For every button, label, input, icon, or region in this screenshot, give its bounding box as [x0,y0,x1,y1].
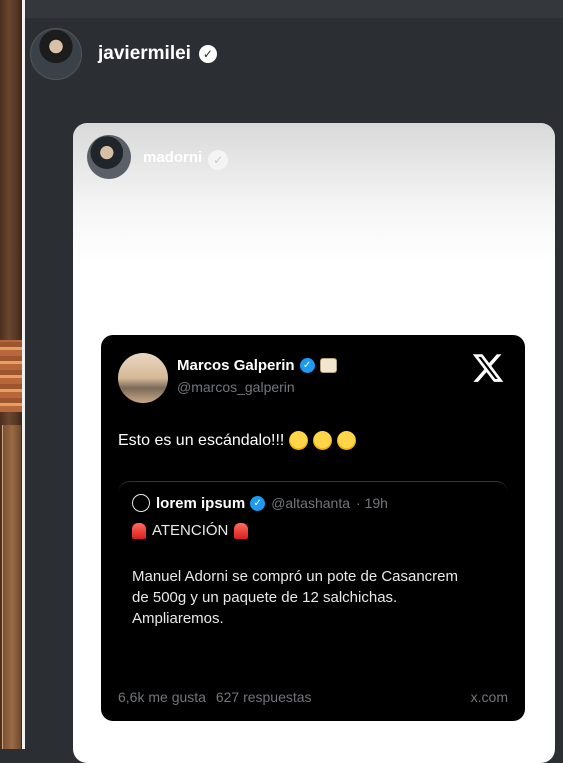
quoted-author-avatar[interactable] [132,494,150,512]
verified-badge-icon: ✓ [299,358,315,373]
tweet-text: Esto es un escándalo!!! [118,431,285,449]
tweet-card[interactable]: Marcos Galperin ✓ @marcos_galperin Esto … [101,335,525,721]
poster-avatar[interactable] [30,28,82,80]
tweet-domain-link[interactable]: x.com [471,689,508,705]
quoted-body: Manuel Adorni se compró un pote de Casan… [132,568,459,627]
embedded-avatar[interactable] [87,135,131,179]
verified-badge-icon: ✓ [208,150,229,170]
likes-count[interactable]: 6,6k me gusta [118,689,206,705]
tweet-author-avatar[interactable] [118,353,168,403]
quoted-author-handle[interactable]: @altashanta [271,495,350,511]
bread-emoji-icon [319,358,337,373]
tweet-author-name[interactable]: Marcos Galperin [177,357,295,374]
tweet-author-handle[interactable]: @marcos_galperin [177,379,295,395]
tweet-stats: 6,6k me gusta 627 respuestas [118,689,312,705]
wood-ornament [0,340,22,412]
embedded-username[interactable]: madorni [143,149,202,166]
quoted-tweet-header: lorem ipsum ✓ @altashanta · 19h [132,494,388,512]
post-header: javiermilei ✓ [30,28,217,80]
quoted-time: · 19h [356,495,388,511]
quoted-attention: ATENCIÓN [152,522,229,539]
laughing-emoji-icon [289,431,309,450]
top-band [25,0,563,18]
x-logo-icon[interactable] [471,349,505,387]
wood-panel [2,425,21,749]
siren-icon [234,522,249,539]
background-wood-frame [0,0,22,749]
quoted-author-name[interactable]: lorem ipsum [156,495,245,512]
laughing-emoji-icon [337,431,357,450]
verified-badge-icon: ✓ [250,495,266,511]
poster-username[interactable]: javiermilei [98,43,191,65]
replies-count[interactable]: 627 respuestas [216,689,312,705]
quoted-attention-line: ATENCIÓN [132,522,254,539]
tweet-text-row: Esto es un escándalo!!! [118,431,357,450]
embedded-post-header: madorni ✓ [87,135,229,179]
background-divider [22,0,25,749]
quoted-tweet[interactable]: lorem ipsum ✓ @altashanta · 19h ATENCIÓN… [118,481,508,684]
verified-badge-icon: ✓ [198,45,217,63]
laughing-emoji-icon [313,431,333,450]
tweet-author: Marcos Galperin ✓ [177,357,337,374]
siren-icon [132,522,146,539]
